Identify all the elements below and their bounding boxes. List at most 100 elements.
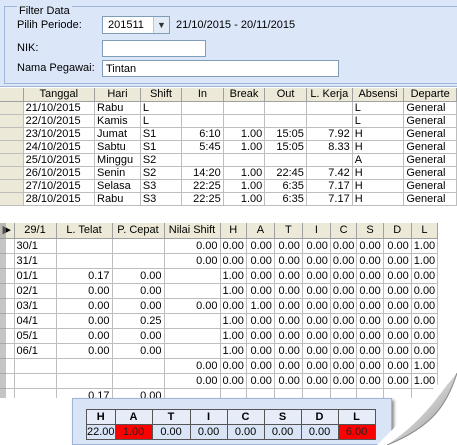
cell[interactable]: [112, 373, 165, 389]
cell[interactable]: 1.00: [411, 253, 439, 269]
cell[interactable]: 5:45: [181, 140, 224, 154]
table-row[interactable]: 27/10/2015 Selasa S3 22:25 1.00 6:35 7.1…: [0, 179, 457, 193]
cell[interactable]: 0.00: [383, 238, 412, 254]
cell[interactable]: 0.00: [302, 373, 331, 389]
cell[interactable]: 0.00: [274, 298, 303, 314]
col-header[interactable]: I: [302, 223, 331, 239]
cell[interactable]: 0.00: [302, 343, 331, 359]
cell[interactable]: Rabu: [94, 101, 141, 115]
cell[interactable]: 0.00: [356, 328, 384, 344]
cell[interactable]: S1: [140, 127, 183, 141]
cell[interactable]: 0.00: [246, 253, 275, 269]
cell[interactable]: [164, 343, 221, 359]
cell[interactable]: General: [403, 179, 457, 193]
table-row[interactable]: 31/1 0.00 0.00 0.00 0.00 0.00 0.00 0.00 0.00 1.00: [0, 253, 439, 269]
table-row[interactable]: 0.00 0.00 0.00 0.00 0.00 0.00 0.00 0.00 1.00: [0, 358, 439, 374]
cell[interactable]: 0.00: [302, 268, 331, 284]
cell[interactable]: 0.00: [330, 328, 358, 344]
col-header[interactable]: P. Cepat: [112, 223, 165, 239]
cell[interactable]: [164, 328, 221, 344]
cell[interactable]: S3: [140, 192, 183, 206]
cell[interactable]: 0.00: [274, 343, 303, 359]
cell[interactable]: S3: [140, 179, 183, 193]
cell[interactable]: [164, 313, 221, 329]
cell[interactable]: 0.00: [302, 253, 331, 269]
cell[interactable]: Kamis: [94, 114, 141, 128]
cell[interactable]: [306, 114, 353, 128]
cell[interactable]: 15:05: [264, 140, 307, 154]
cell[interactable]: 6:35: [264, 192, 307, 206]
cell[interactable]: 26/10/2015: [23, 166, 96, 180]
cell[interactable]: 0.17: [56, 388, 113, 398]
cell[interactable]: [181, 101, 224, 115]
row-key[interactable]: 29/1: [14, 223, 57, 239]
table-row[interactable]: 24/10/2015 Sabtu S1 5:45 1.00 15:05 8.33…: [0, 140, 457, 154]
col-header[interactable]: Absensi: [352, 88, 405, 102]
cell[interactable]: Senin: [94, 166, 141, 180]
cell[interactable]: 0.00: [383, 253, 412, 269]
cell[interactable]: 0.00: [356, 343, 384, 359]
cell[interactable]: 7.17: [306, 179, 353, 193]
cell[interactable]: Selasa: [94, 179, 141, 193]
cell[interactable]: 6:10: [181, 127, 224, 141]
cell[interactable]: 14:20: [181, 166, 224, 180]
cell[interactable]: 0.00: [246, 268, 275, 284]
cell[interactable]: 8.33: [306, 140, 353, 154]
cell[interactable]: [164, 283, 221, 299]
cell[interactable]: [220, 388, 247, 398]
cell[interactable]: 25/10/2015: [23, 153, 96, 167]
cell[interactable]: 0.00: [302, 328, 331, 344]
cell[interactable]: General: [403, 101, 457, 115]
cell[interactable]: 1.00: [223, 179, 266, 193]
cell[interactable]: L: [352, 101, 405, 115]
col-header[interactable]: S: [356, 223, 384, 239]
cell[interactable]: 1.00: [246, 298, 275, 314]
cell[interactable]: 0.00: [411, 283, 439, 299]
cell[interactable]: 28/10/2015: [23, 192, 96, 206]
col-header[interactable]: Departe: [403, 88, 457, 102]
cell[interactable]: [164, 268, 221, 284]
cell[interactable]: 1.00: [411, 238, 439, 254]
cell[interactable]: 22:25: [181, 192, 224, 206]
col-header[interactable]: Tanggal: [23, 88, 96, 102]
cell[interactable]: [56, 238, 113, 254]
cell[interactable]: 1.00: [223, 140, 266, 154]
cell[interactable]: 0.00: [112, 343, 165, 359]
cell[interactable]: 0.00: [383, 343, 412, 359]
cell[interactable]: 0.00: [356, 298, 384, 314]
cell[interactable]: 0.00: [411, 328, 439, 344]
cell[interactable]: 0.00: [112, 328, 165, 344]
cell[interactable]: H: [352, 192, 405, 206]
table-row[interactable]: 06/1 0.00 0.00 1.00 0.00 0.00 0.00 0.00 0.00 0.00…: [0, 343, 439, 359]
cell[interactable]: 0.00: [330, 298, 358, 314]
cell[interactable]: 0.00: [274, 238, 303, 254]
cell[interactable]: 22/10/2015: [23, 114, 96, 128]
cell[interactable]: H: [352, 166, 405, 180]
cell[interactable]: [56, 253, 113, 269]
cell[interactable]: 0.00: [274, 373, 303, 389]
cell[interactable]: 0.00: [56, 328, 113, 344]
cell[interactable]: General: [403, 114, 457, 128]
cell[interactable]: 0.00: [220, 298, 247, 314]
col-header[interactable]: H: [220, 223, 247, 239]
cell[interactable]: 0.00: [246, 328, 275, 344]
cell[interactable]: 0.00: [246, 238, 275, 254]
cell[interactable]: 1.00: [220, 328, 247, 344]
cell[interactable]: 0.00: [56, 313, 113, 329]
cell[interactable]: General: [403, 166, 457, 180]
col-header[interactable]: L. Kerja: [306, 88, 353, 102]
cell[interactable]: 21/10/2015: [23, 101, 96, 115]
cell[interactable]: [274, 388, 303, 398]
cell[interactable]: 23/10/2015: [23, 127, 96, 141]
table-row[interactable]: 04/1 0.00 0.25 1.00 0.00 0.00 0.00 0.00 0.00 0.00…: [0, 313, 439, 329]
cell[interactable]: [112, 253, 165, 269]
cell[interactable]: General: [403, 140, 457, 154]
cell[interactable]: Jumat: [94, 127, 141, 141]
cell[interactable]: 0.00: [356, 313, 384, 329]
cell[interactable]: 0.00: [164, 253, 221, 269]
col-header[interactable]: Nilai Shift: [164, 223, 221, 239]
cell[interactable]: 0.00: [164, 238, 221, 254]
cell[interactable]: 0.00: [383, 268, 412, 284]
cell[interactable]: 0.00: [164, 373, 221, 389]
table-row[interactable]: 02/1 0.00 0.00 1.00 0.00 0.00 0.00 0.00 0.00 0.00…: [0, 283, 439, 299]
